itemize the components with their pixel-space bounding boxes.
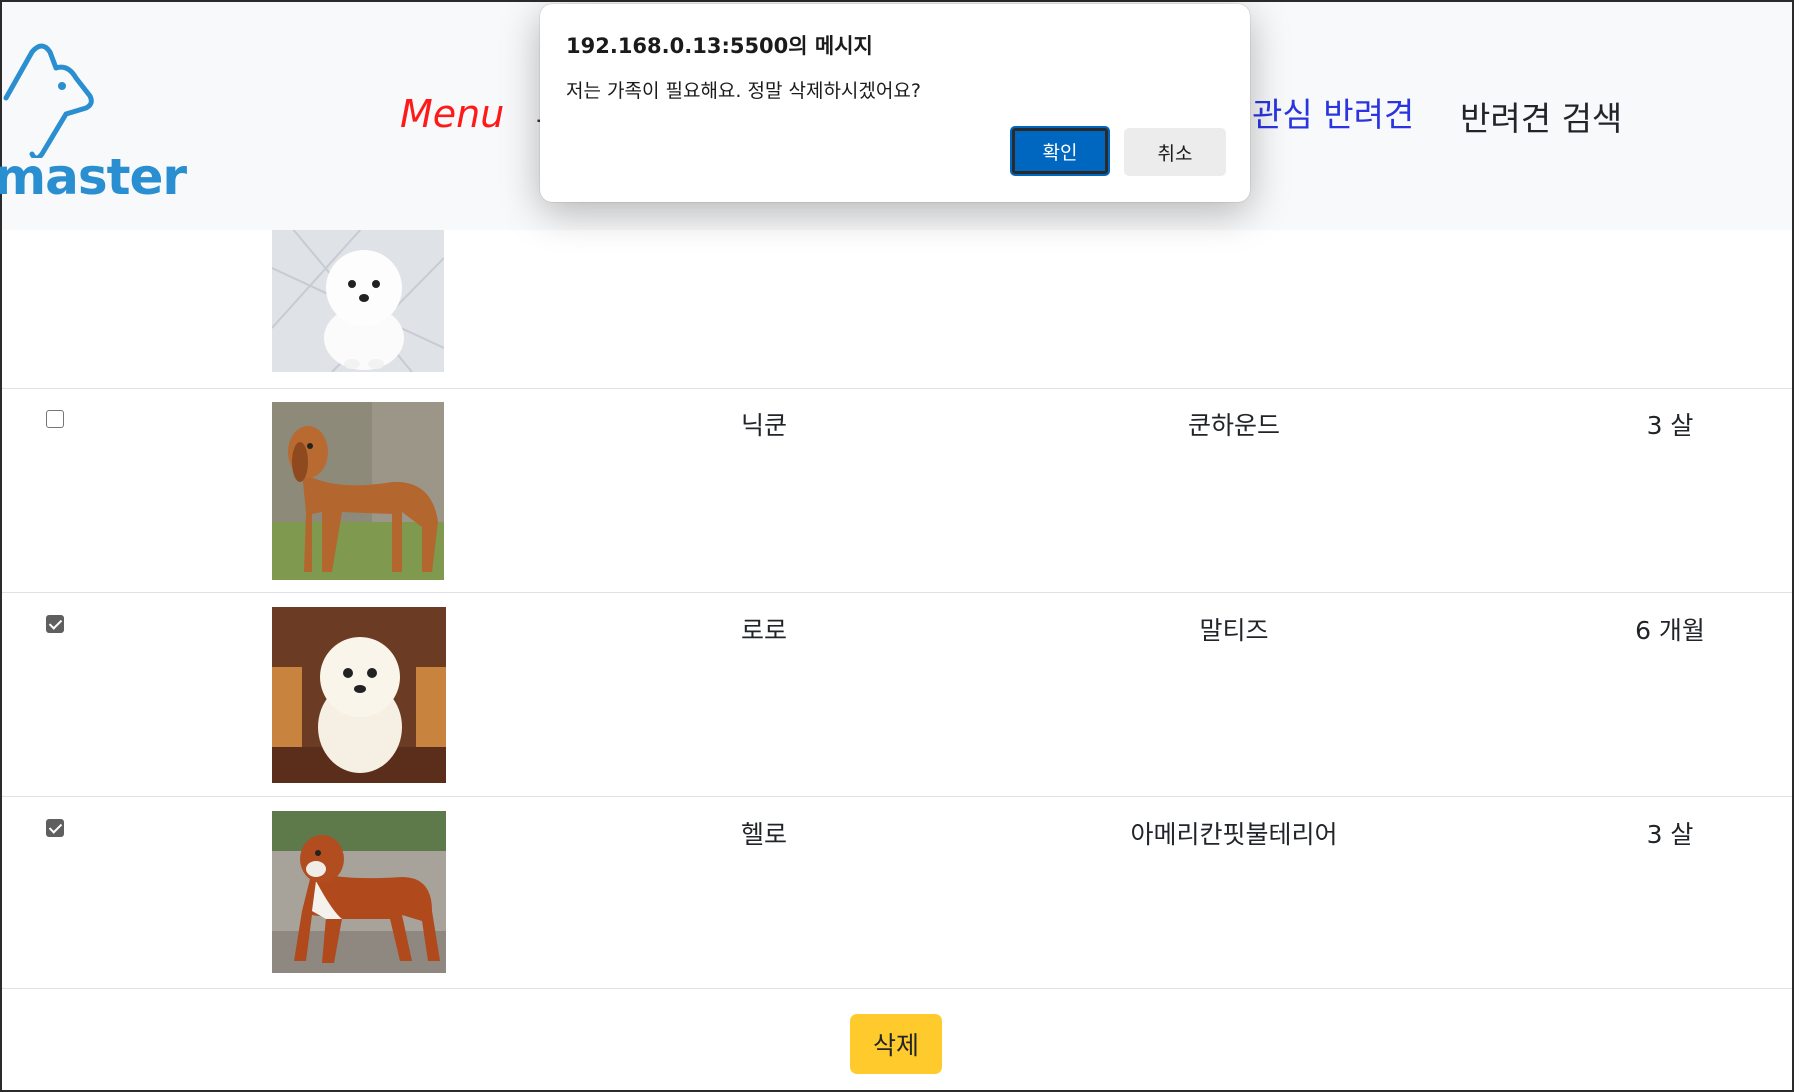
cancel-button[interactable]: 취소 <box>1124 128 1226 176</box>
dialog-title: 192.168.0.13:5500의 메시지 <box>566 34 873 58</box>
pet-name: 로로 <box>740 616 788 645</box>
pet-age: 3 살 <box>1646 820 1694 849</box>
delete-button[interactable]: 삭제 <box>850 1014 942 1074</box>
row-checkbox[interactable] <box>46 615 64 633</box>
pet-photo-pomeranian <box>272 228 444 372</box>
pet-breed: 아메리칸핏불테리어 <box>1130 820 1338 849</box>
pet-age: 6 개월 <box>1635 616 1705 645</box>
pet-name: 헬로 <box>740 820 788 849</box>
nav-favorites-link[interactable]: 관심 반려견 <box>1252 88 1414 136</box>
logo-text[interactable]: master <box>0 148 187 206</box>
pet-breed: 말티즈 <box>1199 616 1269 645</box>
nav-menu-link[interactable]: Menu <box>400 92 504 136</box>
pet-breed: 쿤하운드 <box>1187 411 1281 440</box>
pet-photo-pitbull <box>272 811 446 973</box>
row-checkbox[interactable] <box>46 819 64 837</box>
pet-name: 닉쿤 <box>740 411 788 440</box>
pet-photo-maltese <box>272 607 446 783</box>
row-checkbox[interactable] <box>46 410 64 428</box>
table-row: 로로 말티즈 6 개월 <box>2 593 1792 797</box>
dialog-message: 저는 가족이 필요해요. 정말 삭제하시겠어요? <box>566 80 921 102</box>
confirm-dialog: 192.168.0.13:5500의 메시지 저는 가족이 필요해요. 정말 삭… <box>540 4 1250 202</box>
nav-search-link[interactable]: 반려견 검색 <box>1460 92 1622 140</box>
table-row: 닉쿤 쿤하운드 3 살 <box>2 388 1792 593</box>
ok-button[interactable]: 확인 <box>1010 126 1110 176</box>
pet-photo-coonhound <box>272 402 444 580</box>
table-row: 헬로 아메리칸핏불테리어 3 살 <box>2 797 1792 989</box>
pet-age: 3 살 <box>1646 411 1694 440</box>
